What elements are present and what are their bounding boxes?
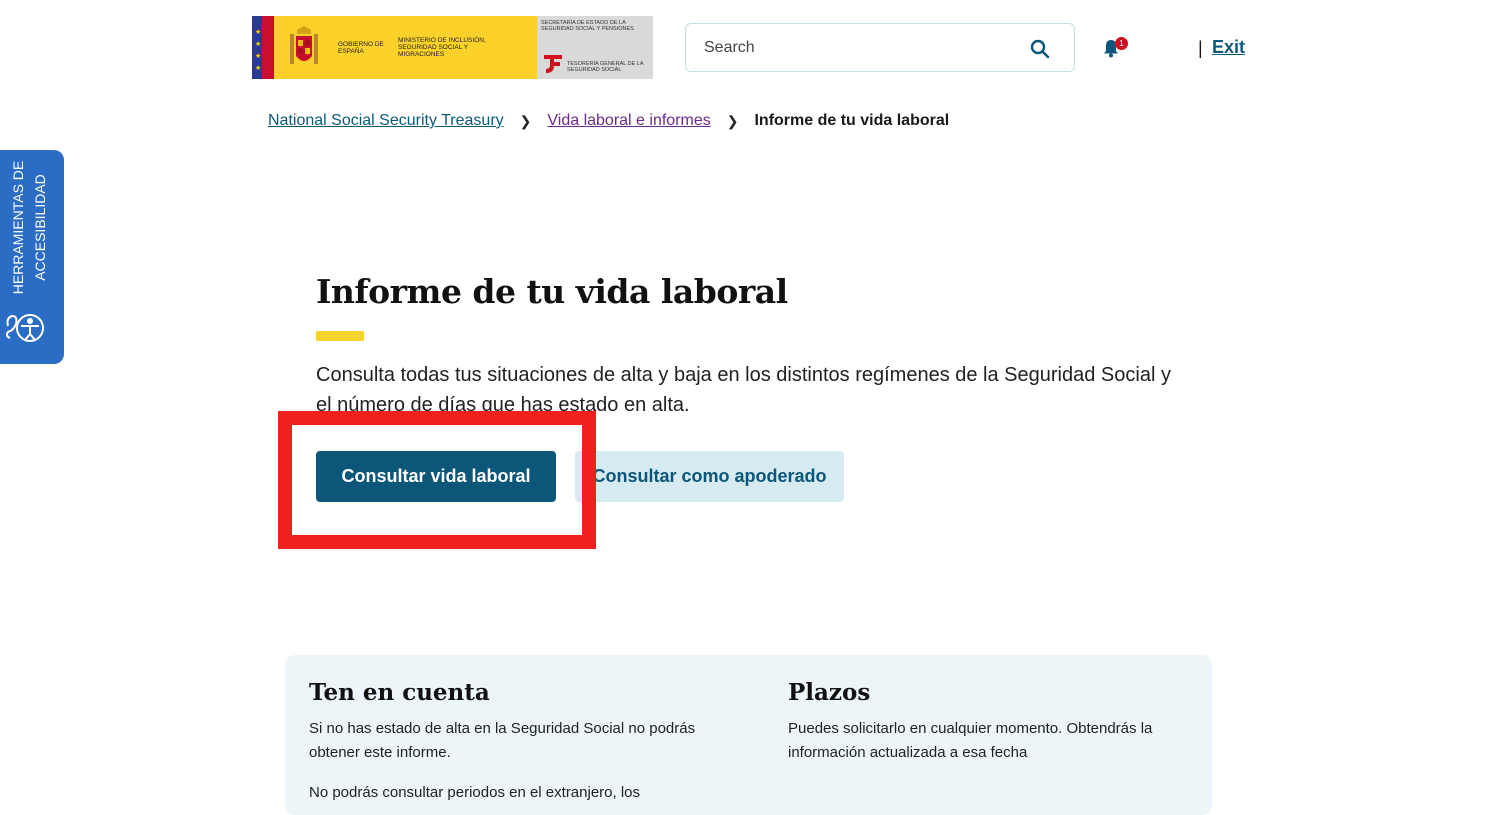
accessibility-person-icon [5, 314, 44, 342]
tgss-logo-icon [544, 55, 562, 73]
chevron-right-icon: ❯ [726, 112, 739, 129]
gobierno-label: GOBIERNO DE ESPAÑA [338, 40, 384, 55]
title-accent-bar [316, 331, 364, 341]
search-input[interactable] [702, 37, 1026, 58]
eu-flag-icon: ★ ★ ★ ★ [252, 16, 274, 79]
tesoreria-label: TESORERÍA GENERAL DE LA SEGURIDAD SOCIAL [567, 61, 644, 73]
exit-link[interactable]: Exit [1212, 37, 1245, 58]
caret-left-icon [53, 400, 59, 410]
page-title: Informe de tu vida laboral [316, 272, 788, 311]
ten-en-cuenta-title: Ten en cuenta [309, 679, 490, 706]
header-separator: | [1198, 38, 1203, 58]
secretaria-label: SECRETARÍA DE ESTADO DE LA SEGURIDAD SOC… [541, 20, 634, 32]
breadcrumb-link-treasury[interactable]: National Social Security Treasury [268, 112, 504, 130]
breadcrumb-link-vida-laboral[interactable]: Vida laboral e informes [547, 112, 710, 130]
breadcrumb: National Social Security Treasury ❯ Vida… [268, 112, 949, 130]
consultar-como-apoderado-button[interactable]: Consultar como apoderado [575, 451, 844, 502]
ten-en-cuenta-text-1: Si no has estado de alta en la Seguridad… [309, 720, 696, 761]
plazos-text: Puedes solicitarlo en cualquier momento.… [788, 720, 1153, 761]
info-panel: Ten en cuenta Si no has estado de alta e… [285, 655, 1212, 815]
chevron-right-icon: ❯ [519, 112, 532, 129]
search-box[interactable] [685, 23, 1075, 72]
breadcrumb-current: Informe de tu vida laboral [754, 112, 950, 129]
plazos-title: Plazos [788, 679, 871, 706]
ministerio-label: MINISTERIO DE INCLUSIÓN, SEGURIDAD SOCIA… [398, 37, 486, 58]
ten-en-cuenta-text-2: No podrás consultar periodos en el extra… [309, 784, 641, 801]
search-icon[interactable] [1030, 39, 1050, 59]
accessibility-tools-tab[interactable]: HERRAMIENTAS DE ACCESIBILIDAD [0, 150, 64, 410]
notification-badge: 1 [1115, 37, 1128, 50]
coat-of-arms-icon [290, 25, 318, 64]
government-logo[interactable]: ★ ★ ★ ★ GOBIERNO DE ESPAÑA MINISTERIO DE… [252, 16, 653, 79]
accessibility-tools-label: HERRAMIENTAS DE ACCESIBILIDAD [10, 160, 48, 295]
highlight-box [278, 411, 596, 549]
